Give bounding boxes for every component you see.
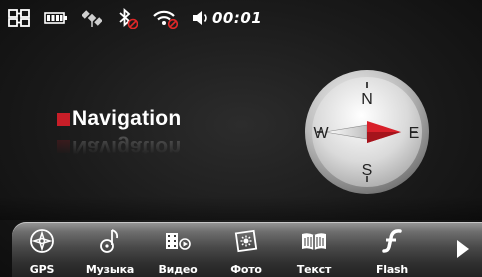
video-icon (164, 226, 192, 256)
wifi-off-icon[interactable] (152, 6, 178, 30)
compass-icon: N S W E (305, 70, 429, 194)
reflection-text: Navigation (72, 136, 182, 159)
gps-satellite-icon[interactable] (82, 6, 102, 30)
status-bar: 00:01 (0, 0, 482, 36)
dock-item-label: Музыка (85, 263, 135, 276)
floor-shadow (0, 196, 482, 220)
home-screen: 00:01 Navigation Navigation N S W E GPS … (0, 0, 482, 277)
navigation-title[interactable]: Navigation (57, 106, 181, 132)
dock-item-photo[interactable]: Фото (211, 224, 281, 277)
page-title: Navigation (72, 107, 182, 130)
speaker-icon[interactable] (192, 6, 210, 30)
dock-item-text[interactable]: Текст (279, 224, 349, 277)
network-icon[interactable] (8, 6, 30, 30)
dock-item-label: Flash (375, 263, 409, 276)
photo-icon (234, 226, 258, 256)
compass-button[interactable]: N S W E (303, 68, 431, 196)
gps-icon (29, 226, 55, 256)
dock-item-label: Фото (230, 263, 262, 276)
accent-square (57, 112, 70, 126)
dock-item-flash[interactable]: Flash (357, 224, 427, 277)
title-reflection: Navigation (57, 134, 181, 160)
battery-icon[interactable] (44, 6, 68, 30)
compass-south-label: S (362, 162, 373, 179)
compass-north-label: N (361, 91, 373, 108)
compass-east-label: E (409, 125, 420, 142)
next-arrow-icon (457, 240, 469, 258)
dock-item-label: Текст (296, 263, 332, 276)
bluetooth-off-icon[interactable] (116, 6, 138, 30)
next-page-button[interactable] (452, 236, 474, 262)
dock-item-label: Видео (158, 263, 198, 276)
flash-icon (381, 226, 403, 256)
text-book-icon (300, 226, 328, 256)
dock-item-video[interactable]: Видео (143, 224, 213, 277)
music-icon (98, 226, 122, 256)
dock-item-label: GPS (29, 263, 55, 276)
clock: 00:01 (212, 9, 263, 27)
reflection-square (57, 140, 70, 154)
dock-item-gps[interactable]: GPS (7, 224, 77, 277)
dock-item-music[interactable]: Музыка (75, 224, 145, 277)
compass-west-label: W (313, 125, 329, 142)
